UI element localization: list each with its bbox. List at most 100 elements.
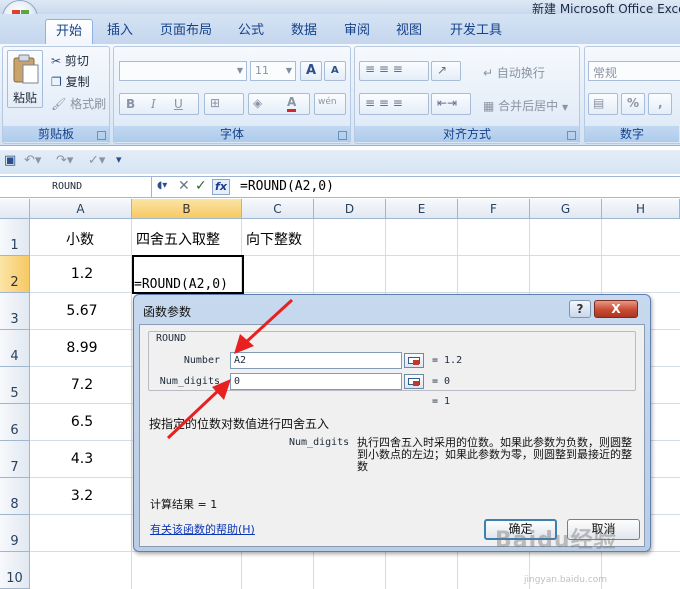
clipboard-dialog-launcher[interactable] xyxy=(97,131,106,140)
column-header-b[interactable]: B xyxy=(132,199,242,219)
dialog-help-button[interactable]: ? xyxy=(569,300,591,318)
number-arg-result: = 1.2 xyxy=(432,355,463,366)
check-icon[interactable]: ✓▾ xyxy=(88,153,105,168)
cell-a7[interactable]: 4.3 xyxy=(32,451,132,467)
tab-page-layout[interactable]: 页面布局 xyxy=(150,19,222,44)
tab-formulas[interactable]: 公式 xyxy=(228,19,274,44)
comma-style-button[interactable]: , xyxy=(648,93,672,115)
num-digits-arg-result: = 0 xyxy=(432,376,451,387)
row-header-7[interactable]: 7 xyxy=(0,441,30,478)
font-group-label: 字体 xyxy=(114,126,350,142)
active-cell-border xyxy=(132,255,244,294)
confirm-entry-icon[interactable]: ✓ xyxy=(195,178,207,194)
cancel-entry-icon[interactable]: ✕ xyxy=(178,178,190,194)
formula-bar: ROUND ◖▾ ✕ ✓ fx =ROUND(A2,0) xyxy=(0,176,680,198)
column-header-g[interactable]: G xyxy=(530,199,602,219)
vertical-align-buttons[interactable]: ≡ ≡ ≡ xyxy=(359,61,429,81)
cell-a6[interactable]: 6.5 xyxy=(32,414,132,430)
cell-a5[interactable]: 7.2 xyxy=(32,377,132,393)
copy-button[interactable]: ❐ 复制 xyxy=(51,73,90,90)
indent-buttons[interactable]: ⇤⇥ xyxy=(431,93,471,115)
copy-icon: ❐ xyxy=(51,75,62,89)
paste-icon xyxy=(13,54,39,84)
formula-input[interactable]: =ROUND(A2,0) xyxy=(240,177,334,197)
name-box[interactable]: ROUND xyxy=(0,177,152,197)
row-header-5[interactable]: 5 xyxy=(0,367,30,404)
cell-c1[interactable]: 向下整数 xyxy=(246,229,302,249)
accounting-format-button[interactable]: ▤ xyxy=(588,93,618,115)
column-header-e[interactable]: E xyxy=(386,199,458,219)
number-arg-input[interactable]: A2 xyxy=(230,352,402,369)
comma-icon: , xyxy=(658,96,663,110)
column-header-a[interactable]: A xyxy=(30,199,132,219)
row-number: 9 xyxy=(10,534,19,549)
tab-data[interactable]: 数据 xyxy=(280,19,328,44)
font-dialog-launcher[interactable] xyxy=(338,131,347,140)
merge-center-button[interactable]: ▦ 合并后居中 ▼ xyxy=(483,97,568,114)
format-painter-button[interactable]: 🖌 格式刷 xyxy=(51,95,106,112)
tab-insert[interactable]: 插入 xyxy=(97,19,143,44)
chevron-down-icon: ▼ xyxy=(236,66,244,75)
row-header-2[interactable]: 2 xyxy=(0,256,30,293)
cut-button[interactable]: ✂ 剪切 xyxy=(51,52,89,69)
redo-icon[interactable]: ↷▾ xyxy=(56,153,73,168)
tab-home[interactable]: 开始 xyxy=(45,19,93,44)
cell-a1[interactable]: 小数 xyxy=(66,229,94,249)
undo-icon[interactable]: ↶▾ xyxy=(24,153,41,168)
paste-button[interactable]: 粘贴 xyxy=(7,50,43,108)
cell-a8[interactable]: 3.2 xyxy=(32,488,132,504)
cell-a2[interactable]: 1.2 xyxy=(32,266,132,282)
row-header-10[interactable]: 10 xyxy=(0,552,30,589)
shrink-font-button[interactable]: A xyxy=(324,61,346,81)
number-format-select[interactable]: 常规 xyxy=(588,61,680,81)
num-digits-arg-input[interactable]: 0 xyxy=(230,373,402,390)
tab-view[interactable]: 视图 xyxy=(386,19,432,44)
num-digits-collapse-button[interactable] xyxy=(404,374,424,389)
row-header-1[interactable]: 1 xyxy=(0,219,30,256)
column-header-f[interactable]: F xyxy=(458,199,530,219)
phonetic-button[interactable]: wén xyxy=(314,93,346,115)
name-box-dropdown-icon[interactable]: ◖▾ xyxy=(157,180,167,191)
font-name-select[interactable]: ▼ xyxy=(119,61,247,81)
cell-b1[interactable]: 四舍五入取整 xyxy=(136,229,220,249)
row-header-6[interactable]: 6 xyxy=(0,404,30,441)
cell-a4[interactable]: 8.99 xyxy=(32,340,132,356)
function-help-link[interactable]: 有关该函数的帮助(H) xyxy=(150,521,255,537)
ribbon-tabs: 开始 插入 页面布局 公式 数据 审阅 视图 开发工具 xyxy=(0,14,680,44)
alignment-group-label: 对齐方式 xyxy=(355,126,579,142)
font-color-button[interactable]: A xyxy=(287,95,297,112)
font-size-select[interactable]: 11 ▼ xyxy=(250,61,296,81)
column-header-h[interactable]: H xyxy=(602,199,680,219)
alignment-dialog-launcher[interactable] xyxy=(567,131,576,140)
italic-button[interactable]: I xyxy=(151,97,156,111)
font-size-value: 11 xyxy=(255,64,269,77)
grow-font-button[interactable]: A xyxy=(300,61,322,81)
select-all-corner[interactable] xyxy=(0,199,30,219)
insert-function-button[interactable]: fx xyxy=(212,179,230,195)
borders-button[interactable]: ⊞ xyxy=(204,93,244,115)
orientation-button[interactable]: ↗ xyxy=(431,61,461,81)
cell-a3[interactable]: 5.67 xyxy=(32,303,132,319)
column-header-c[interactable]: C xyxy=(242,199,314,219)
percent-button[interactable]: % xyxy=(621,93,645,115)
tab-developer[interactable]: 开发工具 xyxy=(440,19,512,44)
row-header-3[interactable]: 3 xyxy=(0,293,30,330)
row-header-9[interactable]: 9 xyxy=(0,515,30,552)
tab-review[interactable]: 审阅 xyxy=(334,19,380,44)
number-collapse-button[interactable] xyxy=(404,353,424,368)
customize-qat-icon[interactable]: ▾ xyxy=(116,153,122,166)
format-painter-label: 格式刷 xyxy=(70,97,107,111)
row-header-8[interactable]: 8 xyxy=(0,478,30,515)
fill-bucket-icon[interactable]: ◈ xyxy=(253,96,262,110)
bold-button[interactable]: B xyxy=(126,97,135,111)
horizontal-align-buttons[interactable]: ≡ ≡ ≡ xyxy=(359,93,429,115)
row-header-4[interactable]: 4 xyxy=(0,330,30,367)
wrap-text-button[interactable]: ↵ 自动换行 xyxy=(483,64,545,81)
wrap-text-icon: ↵ xyxy=(483,66,494,80)
underline-button[interactable]: U xyxy=(174,97,183,111)
column-header-d[interactable]: D xyxy=(314,199,386,219)
save-icon[interactable]: ▣ xyxy=(4,153,16,168)
gridline xyxy=(30,255,680,256)
alignment-group: ≡ ≡ ≡ ↗ ≡ ≡ ≡ ⇤⇥ ↵ 自动换行 ▦ 合并后居中 ▼ 对齐方式 xyxy=(354,46,580,144)
dialog-close-button[interactable]: X xyxy=(594,300,638,318)
